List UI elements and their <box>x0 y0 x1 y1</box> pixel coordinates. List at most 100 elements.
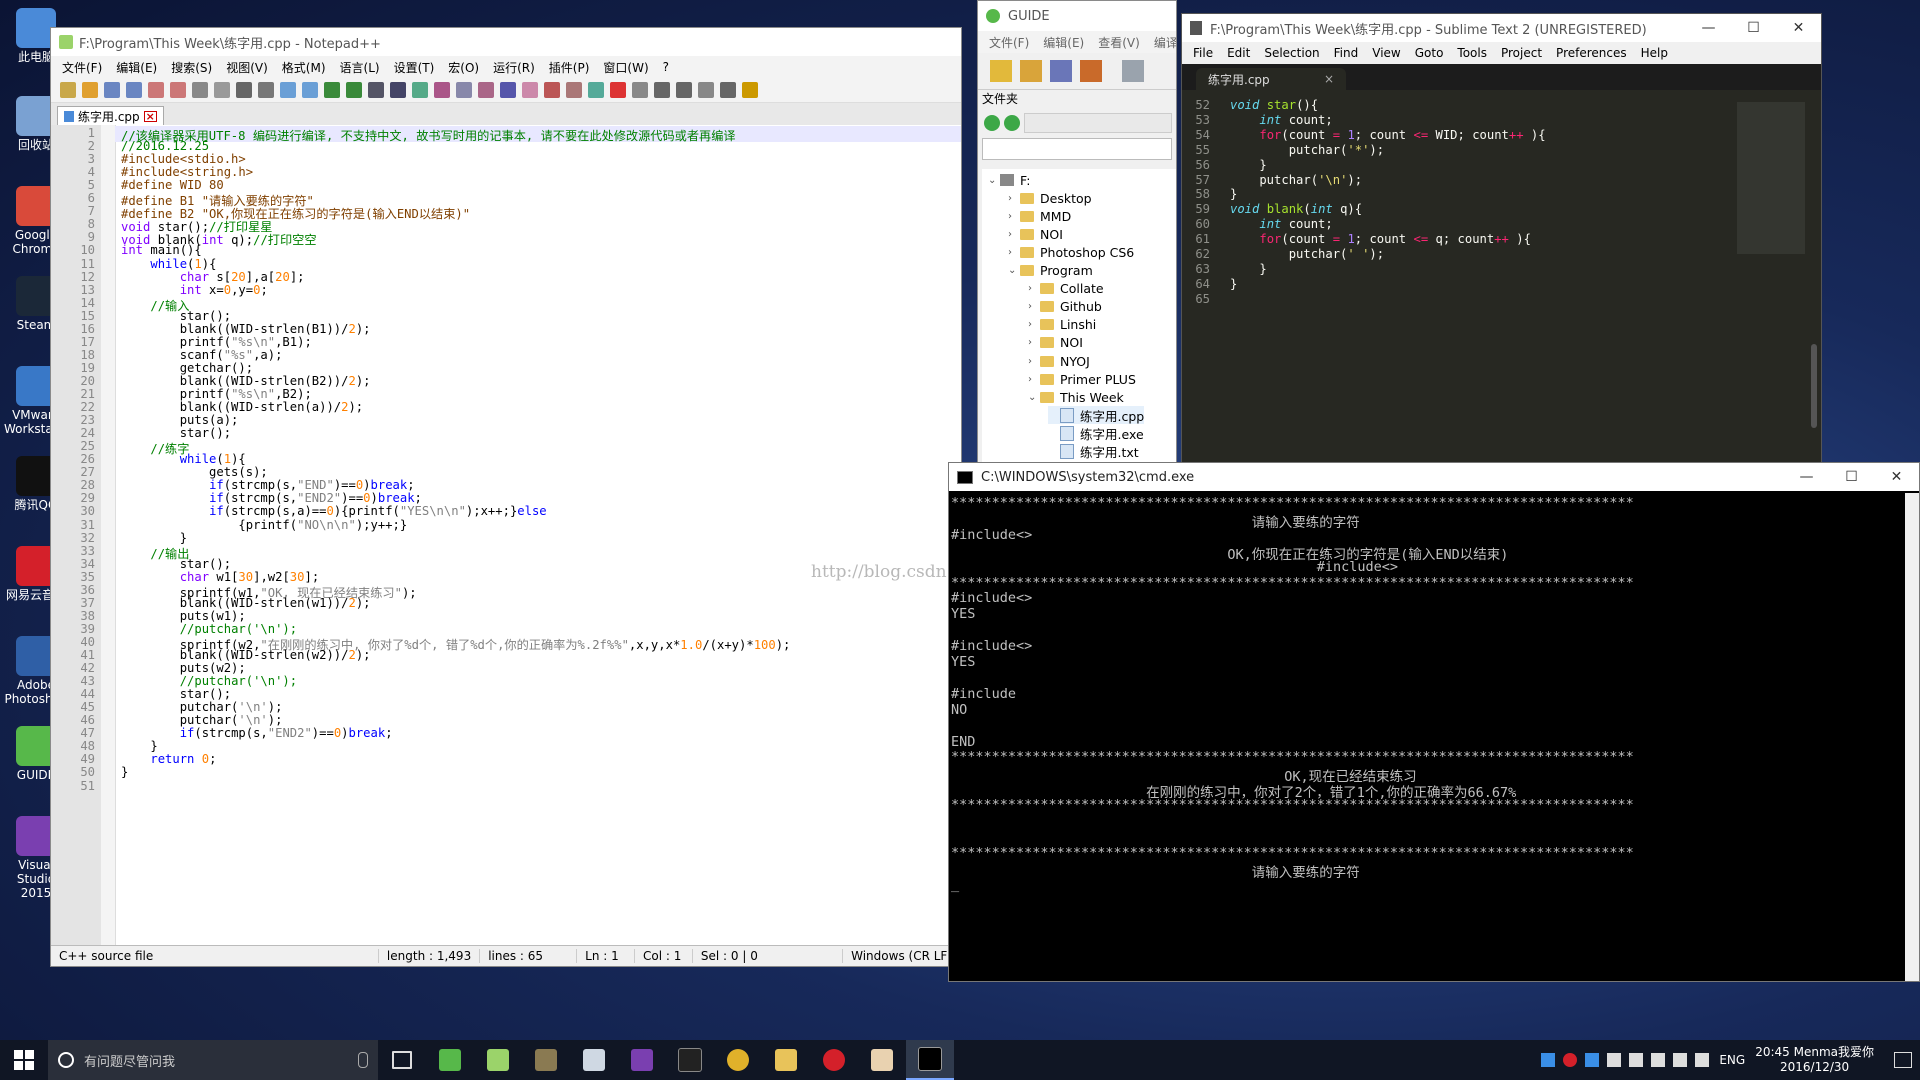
tab-lianziyong-cpp[interactable]: 练字用.cpp × <box>57 106 164 126</box>
toolbar-button-icon[interactable] <box>390 82 406 98</box>
taskbar-netease-music[interactable] <box>810 1040 858 1080</box>
toolbar-button-icon[interactable] <box>192 82 208 98</box>
tree-file-item[interactable]: ⌄ F: <box>988 171 1030 189</box>
chevron-down-icon[interactable]: ⌄ <box>988 175 1000 186</box>
taskbar-guide[interactable] <box>426 1040 474 1080</box>
sublime-titlebar[interactable]: F:\Program\This Week\练字用.cpp - Sublime T… <box>1182 14 1821 42</box>
taskbar-terminal[interactable] <box>666 1040 714 1080</box>
taskbar-image-app[interactable] <box>858 1040 906 1080</box>
menu-item[interactable]: 语言(L) <box>333 59 387 76</box>
search-box[interactable]: 有问题尽管问我 <box>48 1040 378 1080</box>
tree-folder-item[interactable]: › NOI <box>1028 334 1083 352</box>
toolbar-button-icon[interactable] <box>148 82 164 98</box>
taskbar-visual-studio[interactable] <box>618 1040 666 1080</box>
toolbar-button-icon[interactable] <box>324 82 340 98</box>
chevron-right-icon[interactable]: › <box>1028 356 1040 367</box>
toolbar-button-icon[interactable] <box>566 82 582 98</box>
menu-item[interactable]: 窗口(W) <box>596 59 655 76</box>
menu-item[interactable]: 宏(O) <box>441 59 486 76</box>
sync-icon[interactable] <box>1004 115 1020 131</box>
menu-item[interactable]: Find <box>1327 46 1366 60</box>
console-output[interactable]: ****************************************… <box>951 493 1903 981</box>
chevron-right-icon[interactable]: › <box>1028 374 1040 385</box>
tab-lianziyong-cpp[interactable]: 练字用.cpp × <box>1196 68 1346 90</box>
toolbar-button-icon[interactable] <box>654 82 670 98</box>
task-view-button[interactable] <box>378 1040 426 1080</box>
filter-input[interactable] <box>982 138 1172 160</box>
input-language[interactable]: ENG <box>1719 1053 1745 1067</box>
toolbar-button-icon[interactable] <box>280 82 296 98</box>
clock[interactable]: 20:45 Menma我爱你 2016/12/30 <box>1755 1045 1874 1075</box>
settings-icon[interactable] <box>1080 60 1102 82</box>
chevron-down-icon[interactable]: ⌄ <box>1028 392 1040 403</box>
maximize-button[interactable]: ☐ <box>1731 20 1776 36</box>
menu-item[interactable]: 编辑(E) <box>109 59 164 76</box>
menu-item[interactable]: Help <box>1634 46 1675 60</box>
taskbar-chrome[interactable] <box>714 1040 762 1080</box>
menu-item[interactable]: ? <box>656 60 676 74</box>
menu-item[interactable]: 编译 <box>1147 34 1176 51</box>
menu-item[interactable]: 搜索(S) <box>164 59 219 76</box>
chevron-right-icon[interactable]: › <box>1008 229 1020 240</box>
toolbar-button-icon[interactable] <box>60 82 76 98</box>
toolbar-button-icon[interactable] <box>236 82 252 98</box>
tree-file-item[interactable]: 练字用.cpp <box>1048 406 1145 425</box>
toolbar-button-icon[interactable] <box>302 82 318 98</box>
sublime-editor[interactable]: 52 void star(){53 int count; 54 for(count … <box>1182 96 1821 464</box>
tree-folder-item[interactable]: › NOI <box>1008 225 1063 243</box>
toolbar-button-icon[interactable] <box>720 82 736 98</box>
chevron-right-icon[interactable]: › <box>1008 193 1020 204</box>
menu-item[interactable]: Edit <box>1220 46 1257 60</box>
menu-item[interactable]: 设置(T) <box>387 59 442 76</box>
network-icon[interactable] <box>1673 1053 1688 1067</box>
start-button[interactable] <box>0 1040 48 1080</box>
menu-item[interactable]: 查看(V) <box>1091 34 1147 51</box>
tree-folder-item[interactable]: › Linshi <box>1028 316 1096 334</box>
tree-folder-item[interactable]: › NYOJ <box>1028 352 1090 370</box>
toolbar-button-icon[interactable] <box>610 82 626 98</box>
menu-item[interactable]: 编辑(E) <box>1036 34 1091 51</box>
tray-sync-icon[interactable] <box>1585 1053 1600 1067</box>
vertical-scrollbar[interactable] <box>1905 493 1919 981</box>
taskbar-cmd[interactable] <box>906 1040 954 1080</box>
chevron-right-icon[interactable]: › <box>1008 247 1020 258</box>
notification-icon[interactable] <box>1894 1052 1912 1068</box>
toolbar-button-icon[interactable] <box>698 82 714 98</box>
tree-folder-item[interactable]: › Primer PLUS <box>1028 370 1136 388</box>
refresh-icon[interactable] <box>984 115 1000 131</box>
toolbar-button-icon[interactable] <box>544 82 560 98</box>
new-file-icon[interactable] <box>990 60 1012 82</box>
save-icon[interactable] <box>1050 60 1072 82</box>
tray-music-icon[interactable] <box>1563 1053 1578 1067</box>
menu-item[interactable]: 视图(V) <box>219 59 275 76</box>
notepadpp-editor[interactable]: 1 //该编译器采用UTF-8 编码进行编译, 不支持中文, 故书写时用的记事本,… <box>51 125 961 945</box>
toolbar-button-icon[interactable] <box>632 82 648 98</box>
menu-item[interactable]: 运行(R) <box>486 59 542 76</box>
guide-titlebar[interactable]: GUIDE <box>978 1 1176 31</box>
toolbar-button-icon[interactable] <box>500 82 516 98</box>
open-folder-icon[interactable] <box>1020 60 1042 82</box>
menu-item[interactable]: View <box>1365 46 1407 60</box>
vertical-scrollbar[interactable] <box>1811 344 1817 428</box>
tool-icon[interactable] <box>1122 60 1144 82</box>
tree-folder-item[interactable]: › Desktop <box>1008 189 1092 207</box>
taskbar-sublime[interactable] <box>522 1040 570 1080</box>
menu-item[interactable]: 格式(M) <box>275 59 333 76</box>
toolbar-button-icon[interactable] <box>434 82 450 98</box>
tree-folder-item[interactable]: › MMD <box>1008 207 1071 225</box>
cmd-titlebar[interactable]: C:\WINDOWS\system32\cmd.exe — ☐ ✕ <box>949 463 1919 491</box>
menu-item[interactable]: Preferences <box>1549 46 1634 60</box>
path-field[interactable] <box>1024 113 1172 133</box>
chevron-right-icon[interactable]: › <box>1008 211 1020 222</box>
menu-item[interactable]: 文件(F) <box>982 34 1036 51</box>
menu-item[interactable]: Tools <box>1450 46 1494 60</box>
toolbar-button-icon[interactable] <box>588 82 604 98</box>
tree-folder-item[interactable]: › Collate <box>1028 280 1104 298</box>
taskbar-notepadpp[interactable] <box>474 1040 522 1080</box>
toolbar-button-icon[interactable] <box>258 82 274 98</box>
volume-icon[interactable] <box>1695 1053 1710 1067</box>
chevron-right-icon[interactable]: › <box>1028 283 1040 294</box>
menu-item[interactable]: Selection <box>1257 46 1326 60</box>
taskbar-explorer[interactable] <box>570 1040 618 1080</box>
toolbar-button-icon[interactable] <box>676 82 692 98</box>
